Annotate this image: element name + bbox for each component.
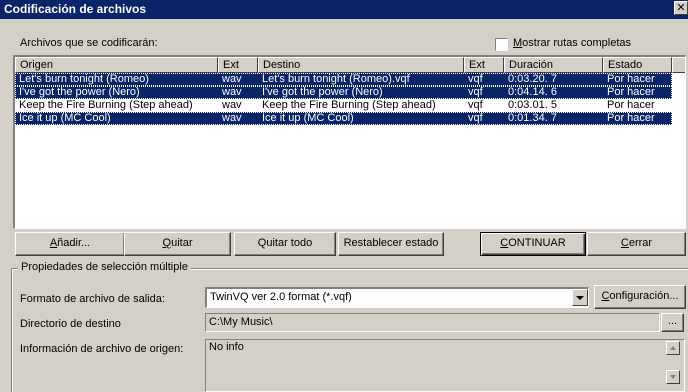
format-label: Formato de archivo de salida: [20, 293, 165, 305]
table-cell-estado: Por hacer [607, 86, 655, 98]
show-paths-mnemonic: M [513, 37, 523, 49]
table-row[interactable]: Let's burn tonight (Romeo) wav Let's burn … [15, 73, 672, 86]
source-info-value: No info [209, 341, 244, 353]
column-header-duracion[interactable]: Duración [504, 57, 603, 73]
source-info-label: Información de archivo de origen: [20, 343, 184, 355]
table-row[interactable]: I've got the power (Nero) wav I've got the… [15, 86, 672, 99]
files-list[interactable]: Origen Ext Destino Ext Duración Estado L… [13, 55, 686, 229]
table-cell-estado: Por hacer [607, 73, 655, 85]
table-cell-origen: Keep the Fire Burning (Step ahead) [19, 99, 193, 111]
add-label: ñadir... [57, 237, 91, 249]
table-cell-ext: wav [222, 99, 242, 111]
table-row[interactable]: Keep the Fire Burning (Step ahead) wav Kee… [15, 99, 672, 112]
remove-label: uitar [171, 237, 193, 249]
arrow-down-icon [670, 375, 676, 379]
show-paths-label[interactable]: Mostrar rutas completas [513, 37, 631, 49]
table-cell-ext2: vqf [468, 99, 483, 111]
directory-label: Directorio de destino [20, 318, 121, 330]
column-header-origen[interactable]: Origen [15, 57, 218, 73]
close-window-button[interactable]: ✕ [674, 1, 688, 15]
title-bar: Codificación de archivos [0, 0, 688, 19]
table-cell-duracion: 0:03.01. 5 [508, 99, 557, 111]
table-cell-destino: Keep the Fire Burning (Step ahead) [262, 99, 436, 111]
table-cell-destino: I've got the power (Nero) [262, 86, 383, 98]
table-cell-ext: wav [222, 86, 242, 98]
table-cell-ext: wav [222, 112, 242, 124]
source-info-field: No info [205, 339, 685, 392]
table-cell-estado: Por hacer [607, 99, 655, 111]
directory-field[interactable]: C:\My Music\ [205, 313, 660, 332]
reset-status-button[interactable]: Restablecer estado [338, 232, 444, 256]
close-label: errar [628, 237, 653, 249]
remove-button[interactable]: Quitar [124, 232, 231, 256]
column-header-estado[interactable]: Estado [603, 57, 672, 73]
add-button[interactable]: Añadir... [15, 232, 125, 256]
close-icon: ✕ [676, 2, 686, 14]
table-cell-ext: wav [222, 73, 242, 85]
close-button[interactable]: Cerrar [587, 232, 686, 256]
continue-button[interactable]: CONTINUAR [480, 232, 586, 256]
table-cell-duracion: 0:01.34. 7 [508, 112, 557, 124]
show-paths-checkbox[interactable] [495, 38, 508, 51]
scroll-down-button[interactable] [666, 370, 680, 384]
show-paths-text: ostrar rutas completas [522, 37, 631, 49]
column-header-filler [672, 57, 685, 73]
configuration-button[interactable]: Configuración... [594, 285, 686, 309]
table-cell-origen: Ice it up (MC Cool) [19, 112, 111, 124]
table-cell-destino: Ice it up (MC Cool) [262, 112, 354, 124]
table-cell-estado: Por hacer [607, 112, 655, 124]
remove-all-button[interactable]: Quitar todo [234, 232, 336, 256]
window-title: Codificación de archivos [4, 2, 147, 16]
table-cell-duracion: 0:04.14. 6 [508, 86, 557, 98]
remove-mnemonic: Q [162, 237, 172, 249]
chevron-down-icon [576, 296, 584, 300]
configuration-label: onfiguración... [609, 290, 679, 302]
table-row[interactable]: Ice it up (MC Cool) wav Ice it up (MC Cool… [15, 112, 672, 125]
files-list-body: Let's burn tonight (Romeo) wav Let's burn … [15, 73, 685, 223]
arrow-up-icon [670, 346, 676, 350]
dropdown-arrow-button[interactable] [572, 289, 588, 306]
column-header-ext[interactable]: Ext [218, 57, 258, 73]
table-cell-duracion: 0:03.20. 7 [508, 73, 557, 85]
table-cell-ext2: vqf [468, 73, 483, 85]
table-cell-origen: I've got the power (Nero) [19, 86, 140, 98]
output-format-value: TwinVQ ver 2.0 format (*.vqf) [210, 291, 352, 303]
table-cell-origen: Let's burn tonight (Romeo) [19, 73, 149, 85]
table-cell-ext2: vqf [468, 86, 483, 98]
column-header-destino[interactable]: Destino [258, 57, 464, 73]
column-header-ext-destino[interactable]: Ext [464, 57, 504, 73]
table-cell-destino: Let's burn tonight (Romeo).vqf [262, 73, 410, 85]
scroll-up-button[interactable] [666, 341, 680, 355]
close-mnemonic: C [620, 237, 629, 249]
table-cell-ext2: vqf [468, 112, 483, 124]
browse-button[interactable]: ... [661, 313, 684, 332]
files-label: Archivos que se codificarán: [20, 37, 158, 49]
output-format-select[interactable]: TwinVQ ver 2.0 format (*.vqf) [205, 287, 589, 308]
continue-label: ONTINUAR [508, 237, 566, 249]
group-label: Propiedades de selección múltiple [18, 261, 191, 273]
